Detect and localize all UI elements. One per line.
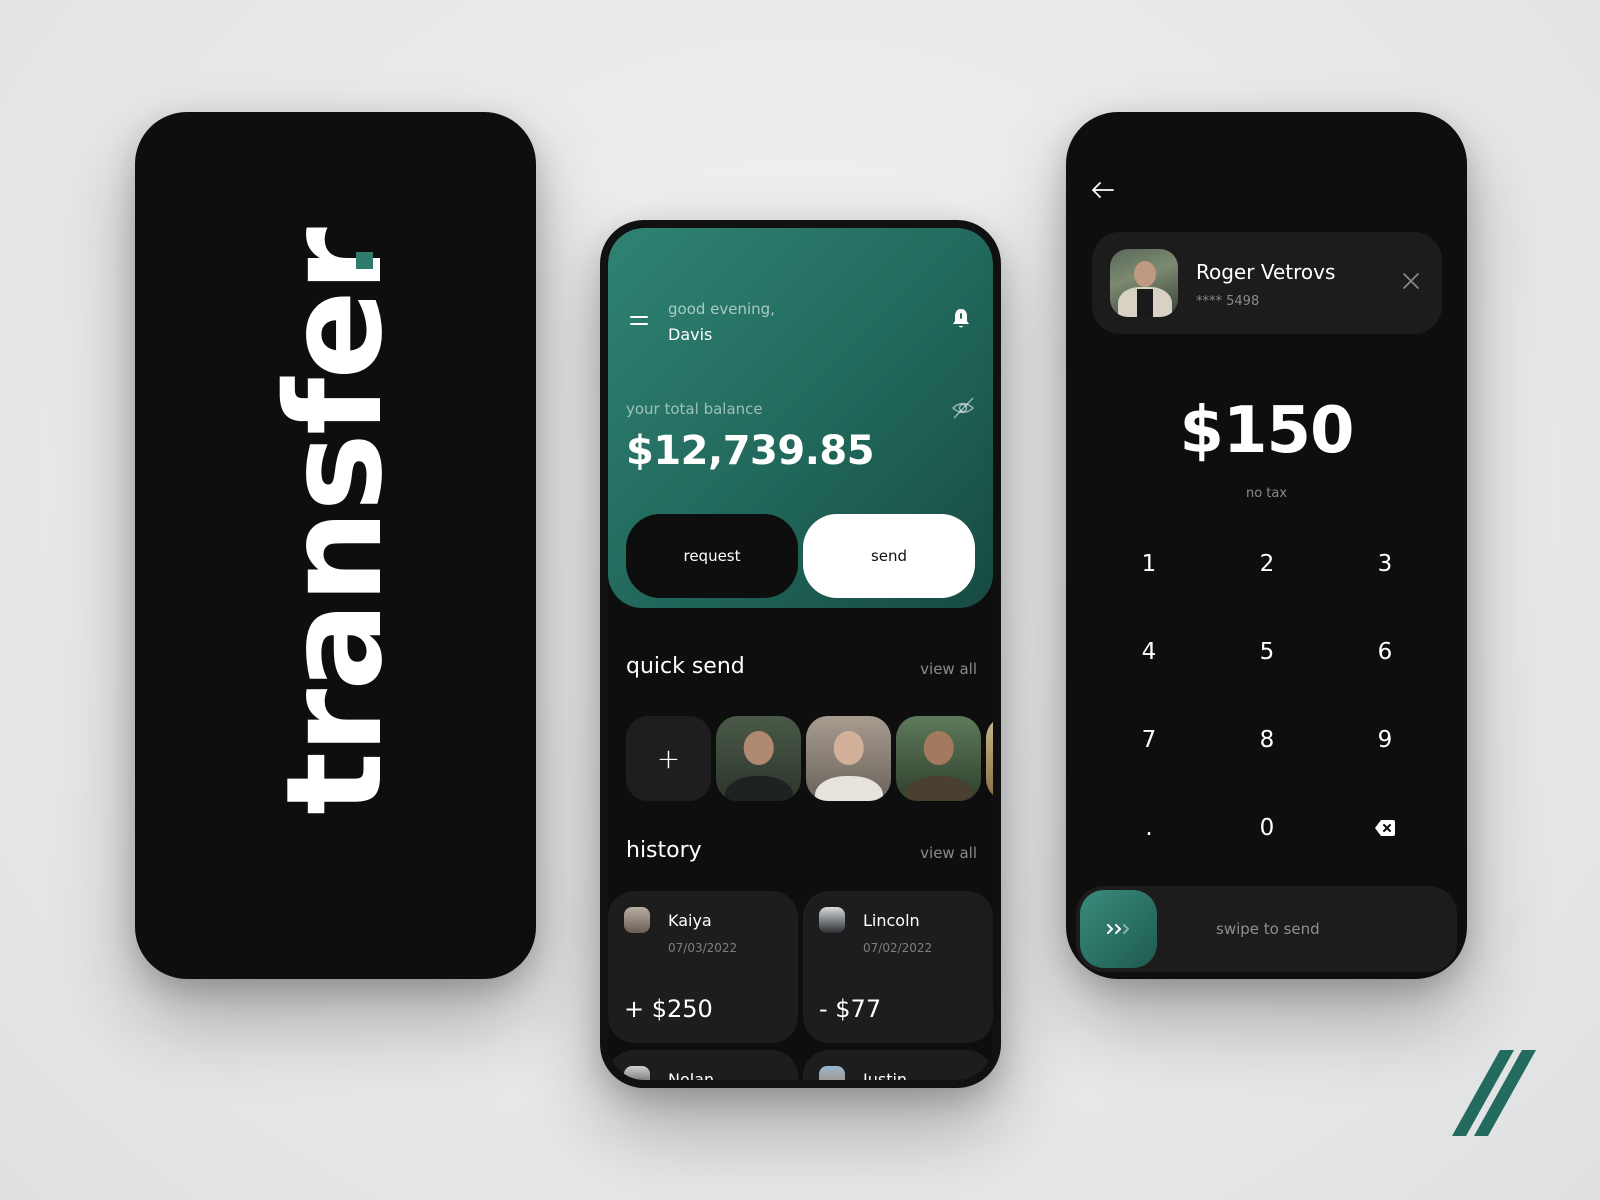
quick-send-contact[interactable]	[986, 716, 993, 801]
history-amount: + $250	[624, 995, 713, 1023]
key-4[interactable]: 4	[1090, 608, 1208, 696]
request-button[interactable]: request	[626, 514, 798, 598]
key-8[interactable]: 8	[1208, 696, 1326, 784]
home-screen: good evening, Davis your total balance $…	[600, 220, 1001, 1088]
quick-send-title: quick send	[626, 654, 745, 679]
wordmark-accent-dot	[356, 252, 373, 269]
splash-screen: transfer	[135, 112, 536, 979]
balance-header: good evening, Davis your total balance $…	[608, 228, 993, 608]
quick-send-list: +	[626, 716, 993, 801]
transfer-amount: $150	[1179, 394, 1354, 468]
recipient-avatar	[1110, 249, 1178, 317]
double-slash-logo	[1452, 1050, 1536, 1136]
key-backspace[interactable]	[1326, 784, 1444, 872]
history-name: Lincoln	[863, 911, 920, 930]
recipient-card-number: **** 5498	[1196, 294, 1260, 309]
avatar	[819, 907, 845, 933]
arrow-left-icon[interactable]	[1092, 182, 1114, 198]
bell-icon[interactable]	[951, 308, 971, 330]
key-9[interactable]: 9	[1326, 696, 1444, 784]
menu-icon[interactable]	[630, 316, 648, 326]
swipe-label: swipe to send	[1216, 920, 1320, 938]
send-money-screen: Roger Vetrovs **** 5498 $150 no tax 1 2 …	[1066, 112, 1467, 979]
swipe-handle[interactable]	[1080, 890, 1157, 968]
wordmark: transfer	[258, 229, 412, 815]
quick-send-view-all[interactable]: view all	[920, 660, 977, 678]
history-name: Nolan	[668, 1070, 715, 1088]
avatar	[624, 907, 650, 933]
key-5[interactable]: 5	[1208, 608, 1326, 696]
greeting: good evening,	[668, 300, 775, 318]
history-name: Justin	[863, 1070, 908, 1088]
chevrons-right-icon	[1106, 924, 1129, 934]
avatar	[819, 1066, 845, 1080]
quick-send-contact[interactable]	[716, 716, 801, 801]
close-icon[interactable]	[1402, 272, 1420, 290]
eye-off-icon[interactable]	[951, 396, 975, 420]
user-name: Davis	[668, 325, 713, 344]
key-6[interactable]: 6	[1326, 608, 1444, 696]
numeric-keypad: 1 2 3 4 5 6 7 8 9 . 0	[1090, 520, 1444, 872]
key-7[interactable]: 7	[1090, 696, 1208, 784]
key-decimal[interactable]: .	[1090, 784, 1208, 872]
history-name: Kaiya	[668, 911, 712, 930]
add-contact-button[interactable]: +	[626, 716, 711, 801]
tax-note: no tax	[1245, 486, 1288, 501]
recipient-name: Roger Vetrovs	[1196, 260, 1336, 284]
history-item[interactable]: Kaiya 07/03/2022 + $250	[608, 891, 798, 1043]
send-button[interactable]: send	[803, 514, 975, 598]
history-item[interactable]: Justin	[803, 1050, 993, 1088]
quick-send-contact[interactable]	[896, 716, 981, 801]
key-3[interactable]: 3	[1326, 520, 1444, 608]
avatar	[624, 1066, 650, 1080]
key-2[interactable]: 2	[1208, 520, 1326, 608]
swipe-to-send-slider[interactable]: swipe to send	[1076, 886, 1457, 972]
key-1[interactable]: 1	[1090, 520, 1208, 608]
recipient-card: Roger Vetrovs **** 5498	[1092, 232, 1442, 334]
history-title: history	[626, 838, 702, 863]
history-date: 07/03/2022	[668, 941, 738, 955]
key-0[interactable]: 0	[1208, 784, 1326, 872]
quick-send-contact[interactable]	[806, 716, 891, 801]
history-item[interactable]: Nolan	[608, 1050, 798, 1088]
balance-value: $12,739.85	[626, 428, 875, 474]
backspace-icon	[1375, 820, 1395, 836]
history-amount: - $77	[819, 995, 882, 1023]
history-view-all[interactable]: view all	[920, 844, 977, 862]
balance-label: your total balance	[626, 400, 763, 418]
history-item[interactable]: Lincoln 07/02/2022 - $77	[803, 891, 993, 1043]
history-date: 07/02/2022	[863, 941, 933, 955]
